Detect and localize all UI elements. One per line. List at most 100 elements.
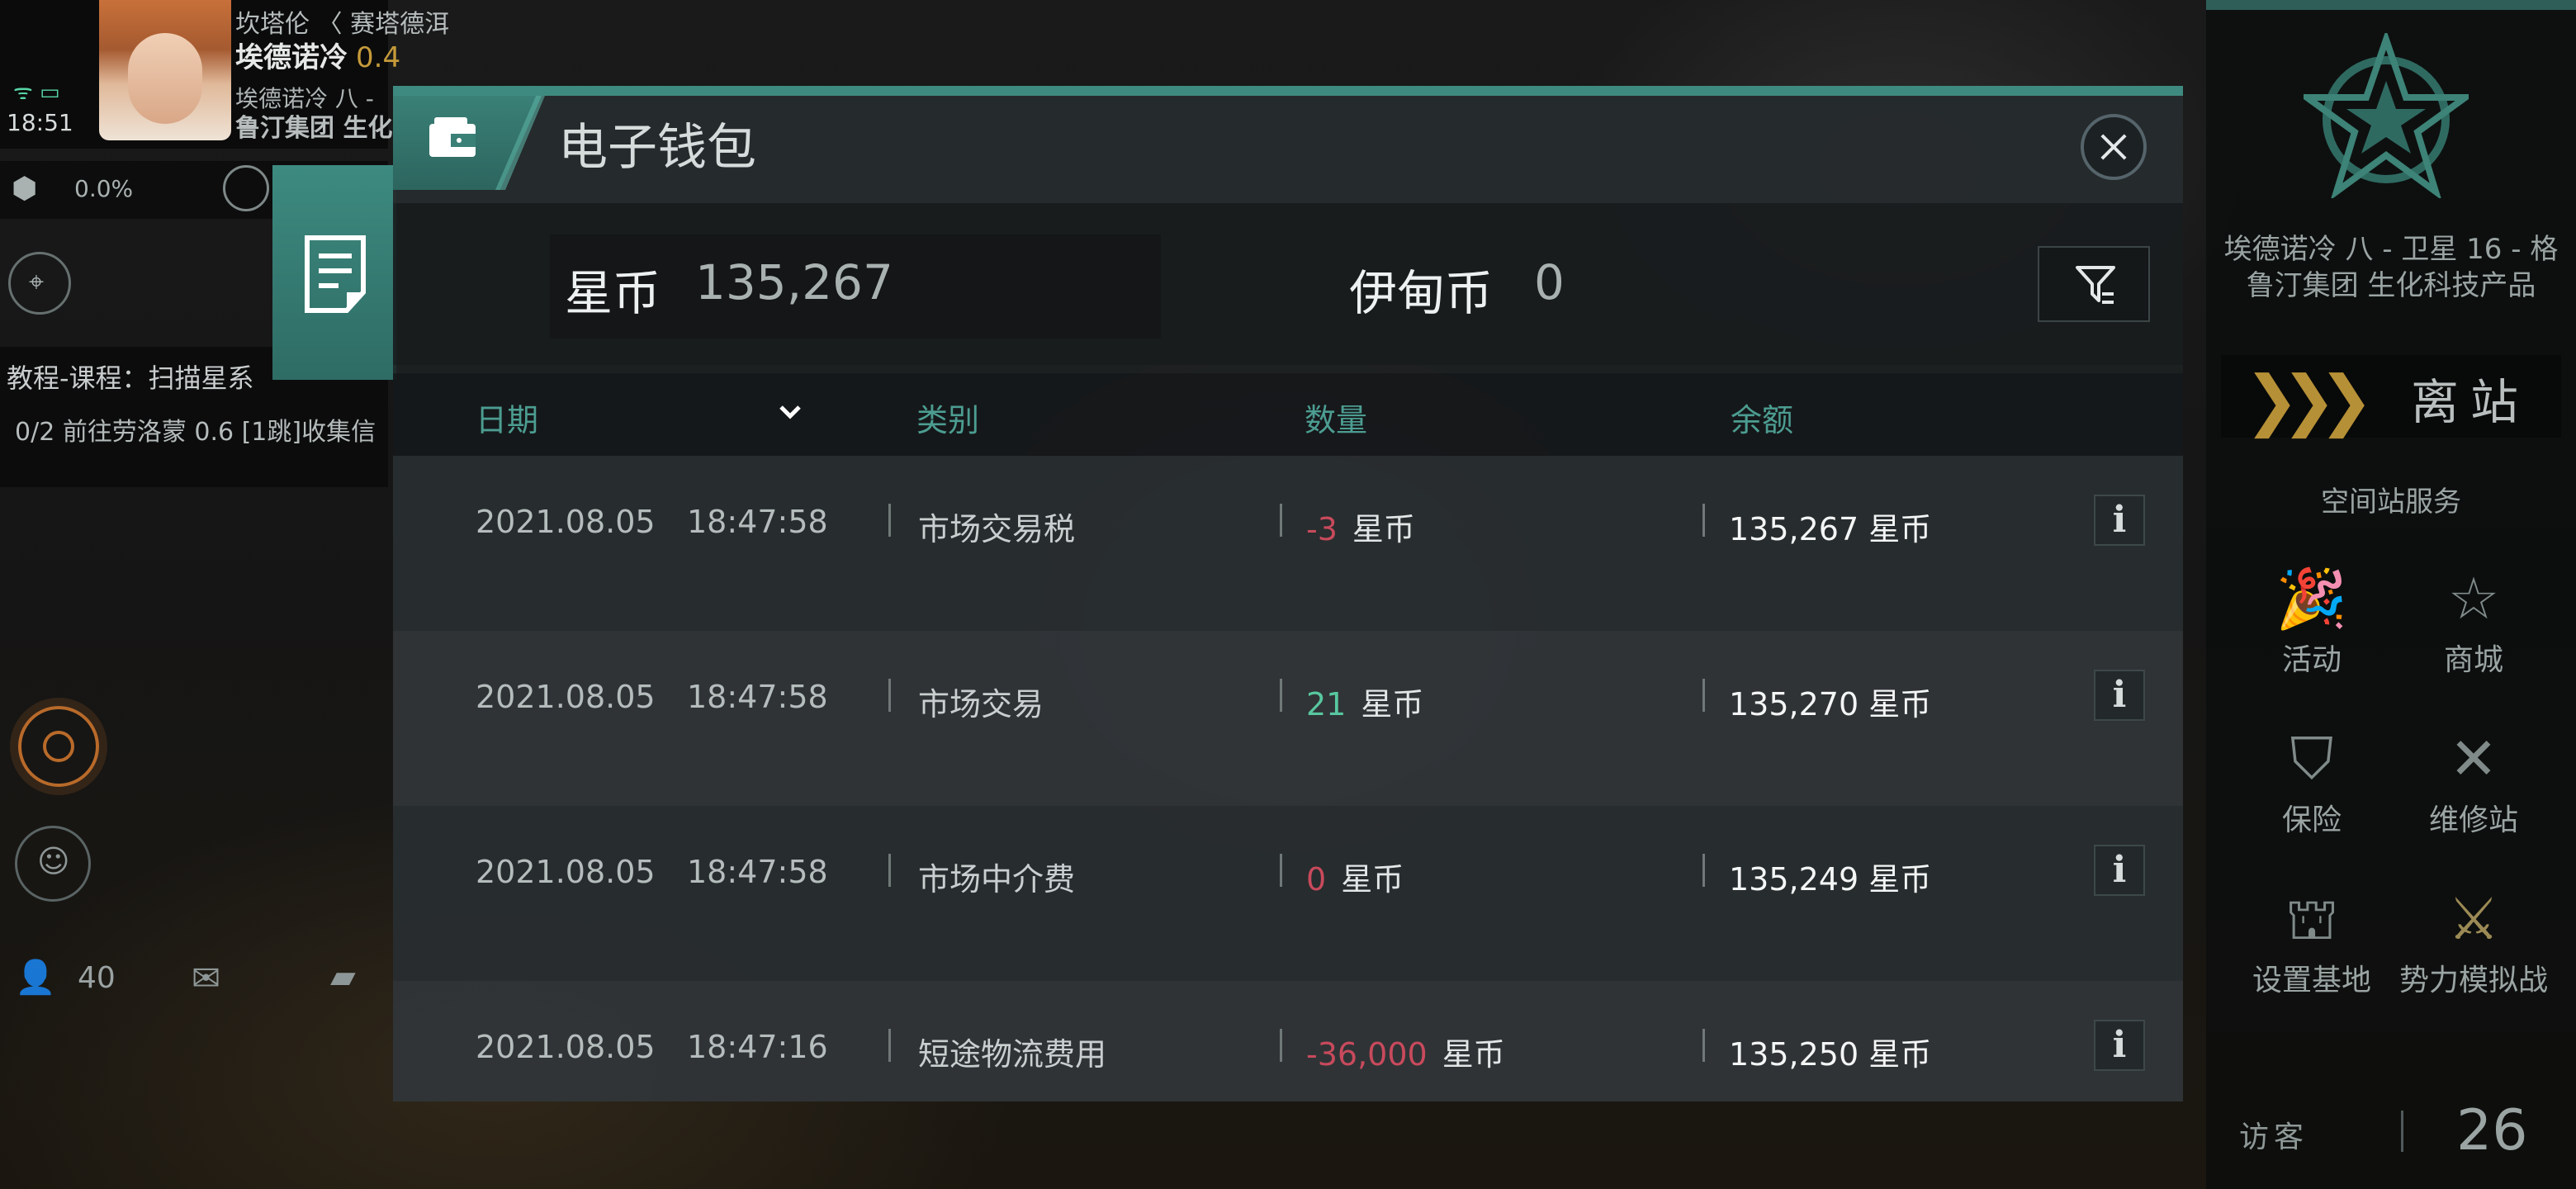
security-status: 0.4 bbox=[356, 41, 401, 74]
row-date: 2021.08.05 bbox=[476, 504, 656, 540]
row-time: 18:47:58 bbox=[687, 504, 828, 540]
info-icon[interactable]: i bbox=[2094, 845, 2145, 896]
eden-coin-label: 伊甸币 bbox=[1349, 265, 1494, 321]
service-repair[interactable]: ✕ 维修站 bbox=[2391, 722, 2556, 839]
dialog-topline bbox=[393, 86, 2183, 96]
sort-chevron-down-icon[interactable] bbox=[778, 400, 803, 424]
row-time: 18:47:58 bbox=[687, 679, 828, 715]
amount-value: 0 bbox=[1306, 861, 1327, 898]
system-name[interactable]: 埃德诺冷 0.4 bbox=[235, 35, 400, 75]
shield-icon: ⛉ bbox=[2290, 725, 2334, 793]
table-header bbox=[393, 373, 2183, 456]
visitor-label: 访客 bbox=[2239, 1120, 2309, 1154]
station-name: 埃德诺冷 八 - 卫星 16 - 格鲁汀集团 生化科技产品 bbox=[2223, 233, 2559, 302]
filter-icon bbox=[2076, 266, 2115, 304]
service-activity[interactable]: 🎉 活动 bbox=[2229, 561, 2394, 679]
row-balance: 135,249 星币 bbox=[1729, 861, 1932, 898]
cell-separator bbox=[888, 504, 891, 537]
eden-coin-balance: 0 bbox=[1534, 254, 1565, 310]
star-coin-label: 星币 bbox=[565, 265, 661, 321]
cell-separator bbox=[1702, 1029, 1705, 1062]
contacts-button[interactable]: ☺ bbox=[15, 826, 91, 902]
service-set-home[interactable]: ⛫ 设置基地 bbox=[2229, 882, 2394, 999]
column-balance: 余额 bbox=[1731, 402, 1794, 438]
wrench-icon: ✕ bbox=[2449, 725, 2498, 793]
cell-separator bbox=[1280, 1029, 1282, 1062]
row-time: 18:47:16 bbox=[687, 1029, 828, 1065]
row-date: 2021.08.05 bbox=[476, 854, 656, 890]
system-name-text: 埃德诺冷 bbox=[235, 41, 348, 74]
document-icon bbox=[305, 235, 366, 313]
home-base-icon: ⛫ bbox=[2285, 885, 2339, 953]
amount-unit: 星币 bbox=[1361, 686, 1424, 722]
services-title: 空间站服务 bbox=[2321, 486, 2461, 519]
service-insurance[interactable]: ⛉ 保险 bbox=[2229, 722, 2394, 839]
autopilot-icon[interactable] bbox=[223, 165, 269, 211]
row-date: 2021.08.05 bbox=[476, 679, 656, 715]
cell-separator bbox=[1280, 679, 1282, 712]
column-category: 类别 bbox=[916, 402, 980, 438]
service-label: 商城 bbox=[2443, 643, 2503, 677]
amount-unit: 星币 bbox=[1341, 861, 1404, 898]
station-line-2: 鲁汀集团 生化 bbox=[235, 114, 393, 143]
row-date: 2021.08.05 bbox=[476, 1029, 656, 1065]
people-count: 40 bbox=[78, 961, 116, 995]
crossed-flags-icon: ⚔ bbox=[2447, 885, 2500, 953]
column-amount: 数量 bbox=[1305, 402, 1368, 438]
row-amount: 0 星币 bbox=[1306, 854, 1404, 899]
row-category: 市场交易 bbox=[918, 686, 1044, 722]
row-category: 市场中介费 bbox=[918, 861, 1076, 898]
party-popper-icon: 🎉 bbox=[2275, 565, 2348, 632]
info-icon[interactable]: i bbox=[2094, 495, 2145, 546]
cell-separator bbox=[1280, 854, 1282, 887]
row-category: 短途物流费用 bbox=[918, 1036, 1107, 1073]
cell-separator bbox=[1702, 679, 1705, 712]
service-label: 维修站 bbox=[2428, 803, 2518, 837]
wifi-icon: ᯤ ▭ bbox=[13, 80, 60, 105]
service-label: 设置基地 bbox=[2252, 964, 2371, 997]
amount-unit: 星币 bbox=[1352, 511, 1415, 547]
cell-separator bbox=[1702, 854, 1705, 887]
row-balance: 135,250 星币 bbox=[1729, 1036, 1932, 1073]
info-icon[interactable]: i bbox=[2094, 1020, 2145, 1071]
cargo-icon: ⬢ bbox=[12, 172, 38, 206]
info-icon[interactable]: i bbox=[2094, 670, 2145, 721]
row-amount: 21 星币 bbox=[1306, 679, 1423, 724]
row-amount: -36,000 星币 bbox=[1306, 1029, 1505, 1074]
row-balance: 135,270 星币 bbox=[1729, 686, 1932, 722]
amount-value: 21 bbox=[1306, 686, 1347, 722]
person-icon: ☺ bbox=[37, 843, 70, 879]
column-date[interactable]: 日期 bbox=[476, 395, 538, 440]
undock-label: 离站 bbox=[2411, 374, 2531, 430]
cargo-percent: 0.0% bbox=[74, 175, 134, 202]
visitor-count: 26 bbox=[2456, 1098, 2528, 1163]
cell-separator bbox=[888, 679, 891, 712]
cell-separator bbox=[888, 1029, 891, 1062]
target-center bbox=[43, 731, 74, 762]
tutorial-task: 0/2 前往劳洛蒙 0.6 [1跳]收集信 bbox=[15, 418, 376, 447]
filter-button[interactable] bbox=[2038, 246, 2150, 322]
cell-separator bbox=[1702, 504, 1705, 537]
clock: 18:51 bbox=[7, 109, 73, 136]
service-label: 活动 bbox=[2281, 643, 2342, 677]
wallet-journal-tab[interactable] bbox=[272, 165, 396, 380]
chat-icon[interactable]: ▰ bbox=[330, 958, 356, 996]
cell-separator bbox=[1280, 504, 1282, 537]
service-store[interactable]: ☆ 商城 bbox=[2391, 561, 2556, 679]
mail-icon[interactable]: ✉ bbox=[192, 958, 220, 998]
wallet-icon bbox=[429, 117, 476, 157]
service-label: 势力模拟战 bbox=[2398, 964, 2548, 997]
undock-chevron-icon: ❯❯❯ bbox=[2244, 362, 2374, 438]
tutorial-title: 教程-课程：扫描星系 bbox=[7, 362, 254, 394]
cell-separator bbox=[888, 854, 891, 887]
star-coin-balance: 135,267 bbox=[695, 254, 893, 310]
dialog-title: 电子钱包 bbox=[558, 119, 756, 177]
amount-value: -36,000 bbox=[1306, 1036, 1428, 1073]
station-panel-topline bbox=[2206, 0, 2576, 10]
store-star-icon: ☆ bbox=[2447, 565, 2500, 632]
service-faction-war[interactable]: ⚔ 势力模拟战 bbox=[2391, 882, 2556, 999]
visitor-divider bbox=[2401, 1111, 2403, 1152]
location-pin-button[interactable]: ⌖ bbox=[8, 252, 71, 315]
close-button[interactable] bbox=[2081, 114, 2147, 180]
people-icon[interactable]: 👤 bbox=[15, 958, 56, 997]
